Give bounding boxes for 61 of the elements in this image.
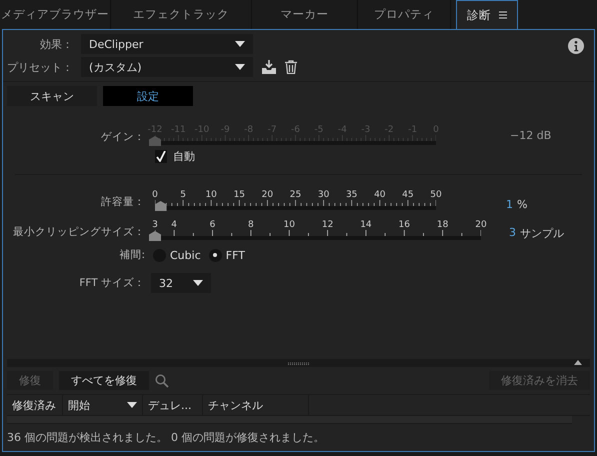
fft-size-label: FFT サイズ：	[78, 276, 146, 290]
scale-label: 25	[290, 190, 302, 200]
unit-label: サンプル	[520, 226, 564, 241]
panel-tab[interactable]: 診断	[456, 0, 518, 29]
scale-label: 16	[398, 220, 410, 230]
download-icon[interactable]	[261, 60, 277, 74]
column-header[interactable]: デュレ...	[143, 395, 203, 415]
scale-label: 6	[210, 220, 216, 230]
caret-icon	[235, 64, 245, 70]
info-icon[interactable]	[568, 38, 584, 54]
scale-label: 40	[374, 190, 386, 200]
scale-label: 8	[248, 220, 254, 230]
scale-label: 20	[475, 220, 487, 230]
repair-all-button[interactable]: すべてを修復	[59, 371, 149, 390]
caret-icon	[193, 280, 203, 286]
column-header[interactable]: チャンネル	[203, 395, 309, 415]
scale-label: 30	[318, 190, 330, 200]
scale-label: 15	[234, 190, 246, 200]
preset-dropdown[interactable]: (カスタム)	[81, 57, 253, 77]
effect-label: 効果：	[39, 36, 73, 52]
slider-label: 許容量：	[100, 195, 146, 210]
settings-tab[interactable]: スキャン	[7, 86, 97, 106]
preset-label: プリセット：	[7, 60, 73, 74]
interpolation-label: 補間:	[118, 248, 146, 262]
gain-label: ゲイン：	[100, 130, 146, 145]
gain-reading: −12 dB	[510, 128, 552, 142]
scale-label: 3	[152, 220, 158, 230]
radio-option[interactable]: FFT	[208, 248, 245, 262]
radio-option[interactable]: Cubic	[153, 248, 201, 262]
trash-icon[interactable]	[285, 60, 297, 74]
menu-icon[interactable]	[499, 11, 507, 19]
scale-label: 4	[171, 220, 178, 230]
scale-label: 10	[205, 190, 217, 200]
unit-label: %	[517, 198, 528, 211]
scale-label: 18	[436, 220, 448, 230]
slider-value[interactable]: 3	[509, 226, 516, 241]
settings-tab[interactable]: 設定	[103, 86, 193, 106]
scale-label: 14	[360, 220, 372, 230]
sort-icon	[127, 402, 137, 408]
scale-label: 50	[430, 190, 442, 200]
scale-label: 12	[322, 220, 334, 230]
effect-dropdown[interactable]: DeClipper	[81, 34, 253, 54]
auto-label: 自動	[173, 148, 195, 164]
slider-label: 最小クリッピングサイズ：	[12, 225, 146, 240]
fft-size-dropdown[interactable]: 32	[151, 273, 211, 293]
collapse-icon[interactable]	[574, 360, 582, 365]
caret-icon	[235, 41, 245, 47]
scale-label: 35	[346, 190, 358, 200]
scale-label: 0	[152, 190, 158, 200]
slider-value[interactable]: 1	[506, 198, 513, 211]
scale-label: 10	[284, 220, 295, 230]
scale-label: 20	[262, 190, 274, 200]
grip-icon[interactable]	[288, 362, 310, 364]
scale-label: 45	[402, 190, 414, 200]
column-header[interactable]: 開始	[63, 395, 143, 415]
search-icon[interactable]	[155, 374, 169, 388]
status-text: 36 個の問題が検出されました。 0 個の問題が修復されました。	[6, 430, 326, 446]
scale-label: 5	[180, 190, 186, 200]
slider-thumb[interactable]	[149, 231, 161, 241]
column-header[interactable]: 修復済み	[7, 395, 63, 415]
slider-thumb[interactable]	[154, 201, 167, 211]
